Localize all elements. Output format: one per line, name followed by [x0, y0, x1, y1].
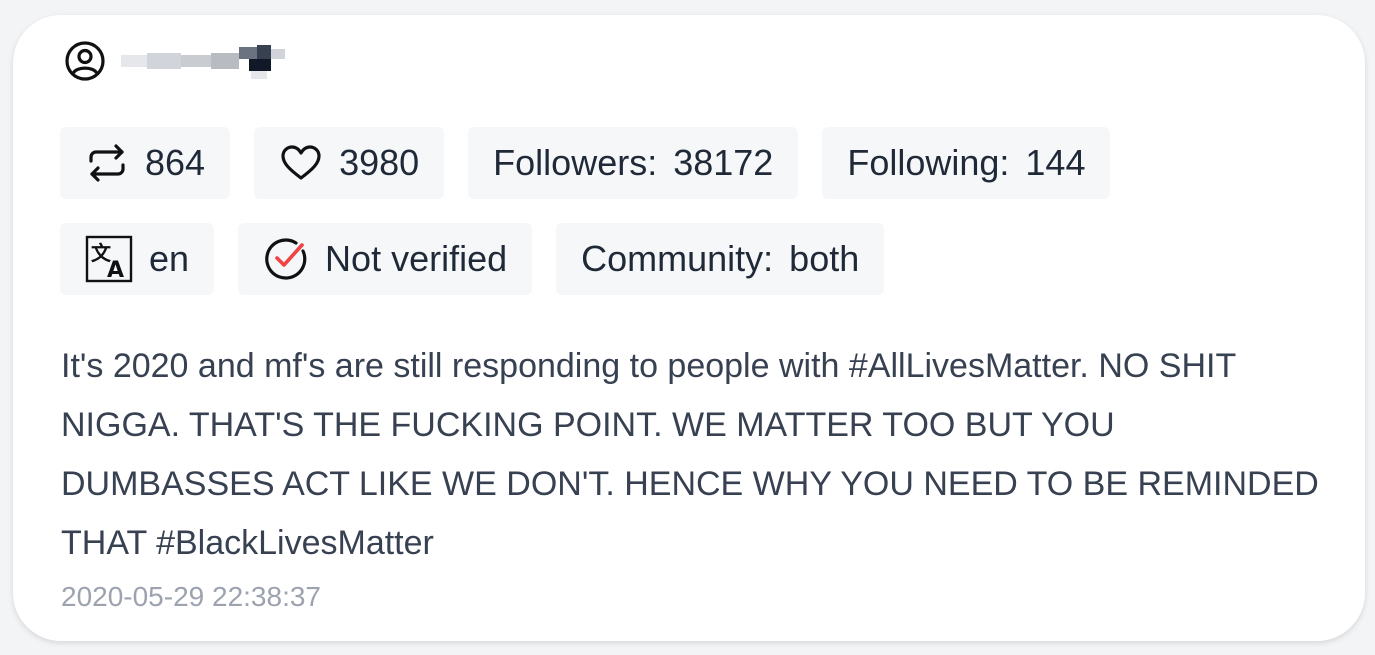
- like-count: 3980: [339, 142, 420, 183]
- heart-icon: [279, 141, 323, 185]
- svg-text:A: A: [107, 258, 124, 283]
- verified-status: Not verified: [325, 238, 508, 279]
- language-chip: 文 A en: [60, 223, 215, 295]
- meta-row: 文 A en Not verified Community: both: [60, 223, 885, 295]
- following-value: 144: [1025, 142, 1086, 183]
- followers-label: Followers:: [493, 142, 658, 183]
- stats-row: 864 3980 Followers: 38172 Following: 144: [60, 127, 1111, 199]
- community-value: both: [789, 238, 860, 279]
- username-blurred: [121, 45, 285, 79]
- translate-icon: 文 A: [85, 235, 133, 283]
- like-count-chip: 3980: [254, 127, 445, 199]
- check-circle-icon: [263, 236, 309, 282]
- verified-chip: Not verified: [238, 223, 533, 295]
- tweet-timestamp: 2020-05-29 22:38:37: [61, 581, 321, 612]
- user-row: [63, 39, 291, 83]
- community-label: Community:: [581, 238, 774, 279]
- following-label: Following:: [847, 142, 1010, 183]
- retweet-icon: [85, 141, 129, 185]
- tweet-text: It's 2020 and mf's are still responding …: [61, 347, 1319, 562]
- retweet-count-chip: 864: [60, 127, 231, 199]
- tweet-card: 864 3980 Followers: 38172 Following: 144: [13, 15, 1365, 641]
- following-chip: Following: 144: [822, 127, 1111, 199]
- user-circle-icon: [65, 41, 105, 81]
- language-value: en: [149, 238, 190, 279]
- followers-chip: Followers: 38172: [468, 127, 799, 199]
- retweet-count: 864: [145, 142, 206, 183]
- community-chip: Community: both: [556, 223, 885, 295]
- followers-value: 38172: [673, 142, 774, 183]
